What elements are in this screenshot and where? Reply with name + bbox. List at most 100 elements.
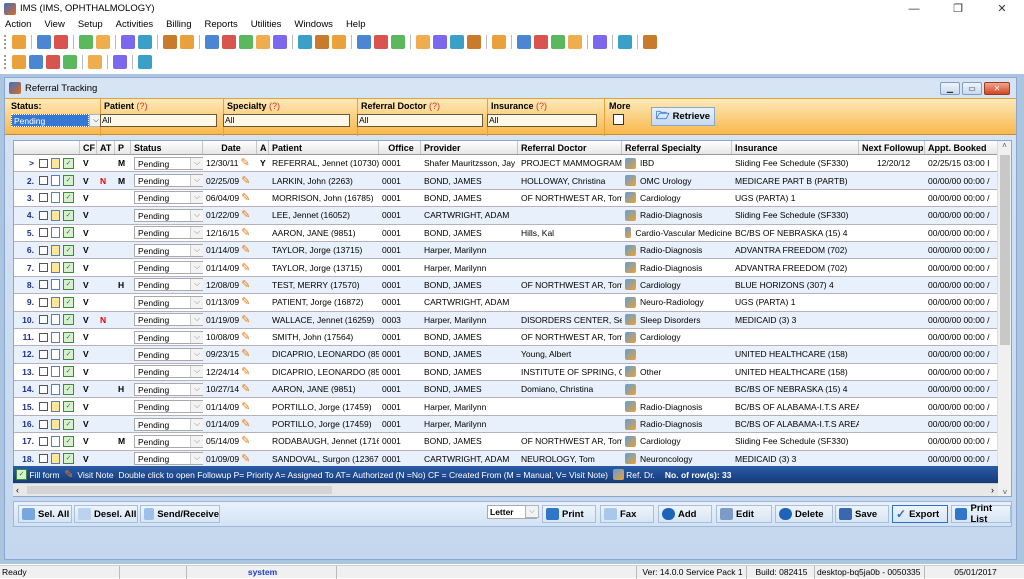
billing-2-icon[interactable] [222, 35, 236, 49]
row-checkbox[interactable] [39, 210, 48, 220]
column-header-assigned[interactable]: A [257, 141, 269, 154]
horizontal-scrollbar[interactable]: ‹ › [13, 483, 998, 496]
print-button[interactable]: Print [542, 505, 596, 523]
fill-form-icon[interactable]: ✓ [63, 175, 74, 187]
table-row[interactable]: 10. ✓ V N Pending 01/19/09 ✎ WALLACE, Je… [14, 311, 1011, 329]
calc-icon[interactable] [568, 35, 582, 49]
help-icon[interactable] [593, 35, 607, 49]
edit-button[interactable]: Edit [716, 505, 772, 523]
referral-doctor-icon[interactable] [625, 296, 636, 308]
document-icon[interactable] [51, 192, 60, 204]
toolbar-grip[interactable] [4, 35, 7, 49]
transfer-2-icon[interactable] [534, 35, 548, 49]
retrieve-button[interactable]: 🗁 Retrieve [651, 107, 715, 126]
billing-icon[interactable] [205, 35, 219, 49]
table-row[interactable]: 9. ✓ V Pending 01/13/09 ✎ PATIENT, Jorge… [14, 294, 1011, 312]
document-icon[interactable] [180, 35, 194, 49]
column-header-referral-doctor[interactable]: Referral Doctor [518, 141, 622, 154]
insurance-help-link[interactable]: (?) [536, 101, 547, 111]
menu-billing[interactable]: Billing [166, 19, 191, 30]
document-icon[interactable] [51, 401, 60, 413]
table-row[interactable]: > ✓ V M Pending 12/30/11 ✎ Y REFERRAL, J… [14, 155, 1011, 173]
next-icon[interactable] [46, 55, 60, 69]
column-header-referral-specialty[interactable]: Referral Specialty [622, 141, 732, 154]
table-row[interactable]: 4. ✓ V Pending 01/22/09 ✎ LEE, Jennet (1… [14, 207, 1011, 225]
more-checkbox[interactable] [613, 114, 624, 125]
scheduler-icon[interactable] [315, 35, 329, 49]
document-icon[interactable] [51, 279, 60, 291]
specialty-input[interactable]: All [223, 114, 350, 127]
vertical-scroll-thumb[interactable] [1000, 155, 1010, 345]
referral-doctor-icon[interactable] [625, 192, 636, 204]
document-icon[interactable] [51, 453, 60, 465]
referral-doctor-icon[interactable] [625, 366, 636, 378]
document-icon[interactable] [51, 227, 60, 239]
fill-form-icon[interactable]: ✓ [63, 227, 74, 239]
table-row[interactable]: 11. ✓ V Pending 10/08/09 ✎ SMITH, John (… [14, 329, 1011, 347]
child-restore-button[interactable]: ▭ [962, 82, 982, 95]
scroll-right-icon[interactable]: › [991, 484, 994, 496]
menu-windows[interactable]: Windows [294, 19, 333, 30]
document-icon[interactable] [51, 435, 60, 447]
status-cell-select[interactable]: Pending [134, 261, 203, 275]
status-cell-select[interactable]: Pending [134, 295, 203, 309]
status-select[interactable]: Pending [11, 114, 89, 127]
row-checkbox[interactable] [39, 245, 48, 255]
referral-doctor-icon[interactable] [625, 244, 636, 256]
back-icon[interactable] [357, 35, 371, 49]
patient-edit-icon[interactable] [37, 35, 51, 49]
table-row[interactable]: 5. ✓ V Pending 12/16/15 ✎ AARON, JANE (9… [14, 225, 1011, 242]
restore-button[interactable]: ❐ [936, 0, 980, 17]
referral-doctor-icon[interactable] [625, 383, 636, 395]
claim-icon[interactable] [239, 35, 253, 49]
menu-reports[interactable]: Reports [205, 19, 238, 30]
scroll-down-icon[interactable]: ˅ [998, 488, 1011, 496]
fill-form-icon[interactable]: ✓ [63, 262, 74, 274]
column-header-office[interactable]: Office [379, 141, 421, 154]
document-icon[interactable] [51, 348, 60, 360]
payment-2-icon[interactable] [273, 35, 287, 49]
referral-doctor-icon[interactable] [625, 279, 636, 291]
visit-note-icon[interactable]: ✎ [241, 453, 254, 465]
table-row[interactable]: 7. ✓ V Pending 01/14/09 ✎ TAYLOR, Jorge … [14, 259, 1011, 277]
column-header-priority[interactable]: P [115, 141, 131, 154]
document-icon[interactable] [51, 157, 60, 169]
status-cell-select[interactable]: Pending [134, 243, 203, 257]
menu-action[interactable]: Action [5, 19, 31, 30]
referral-doctor-icon[interactable] [625, 227, 632, 239]
status-cell-select[interactable]: Pending [134, 313, 203, 327]
status-cell-select[interactable]: Pending [134, 278, 203, 292]
referral-doctor-input[interactable]: All [357, 114, 483, 127]
document-icon[interactable] [51, 418, 60, 430]
referral-doctor-icon[interactable] [625, 331, 636, 343]
visit-note-icon[interactable]: ✎ [241, 279, 254, 291]
patient-help-link[interactable]: (?) [137, 101, 148, 111]
document-icon[interactable] [51, 366, 60, 378]
visit-note-icon[interactable]: ✎ [241, 296, 254, 308]
row-checkbox[interactable] [39, 176, 48, 186]
referral-doctor-icon[interactable] [625, 435, 636, 447]
status-cell-select[interactable]: Pending [134, 365, 203, 379]
fill-form-icon[interactable]: ✓ [63, 157, 74, 169]
referral-doctor-icon[interactable] [625, 418, 636, 430]
visit-note-icon[interactable]: ✎ [241, 244, 254, 256]
report-icon[interactable] [121, 35, 135, 49]
fill-form-icon[interactable]: ✓ [63, 401, 74, 413]
fax-button[interactable]: Fax [600, 505, 654, 523]
fill-form-icon[interactable]: ✓ [63, 418, 74, 430]
column-header-patient[interactable]: Patient [269, 141, 379, 154]
status-cell-select[interactable]: Pending [134, 156, 203, 170]
row-checkbox[interactable] [39, 332, 48, 342]
insurance-input[interactable]: All [487, 114, 597, 127]
help-icon[interactable] [113, 55, 127, 69]
delete-button[interactable]: Delete [775, 505, 833, 523]
row-checkbox[interactable] [39, 280, 48, 290]
visit-note-icon[interactable]: ✎ [241, 192, 254, 204]
patient-check-icon[interactable] [54, 35, 68, 49]
column-header-date[interactable]: Date [203, 141, 257, 154]
letter-dropdown-button[interactable]: ⌵ [525, 505, 539, 518]
payment-icon[interactable] [256, 35, 270, 49]
send-receive-button[interactable]: Send/Receive [140, 505, 220, 523]
row-checkbox[interactable] [39, 402, 48, 412]
table-row[interactable]: 14. ✓ V H Pending 10/27/14 ✎ AARON, JANE… [14, 381, 1011, 399]
